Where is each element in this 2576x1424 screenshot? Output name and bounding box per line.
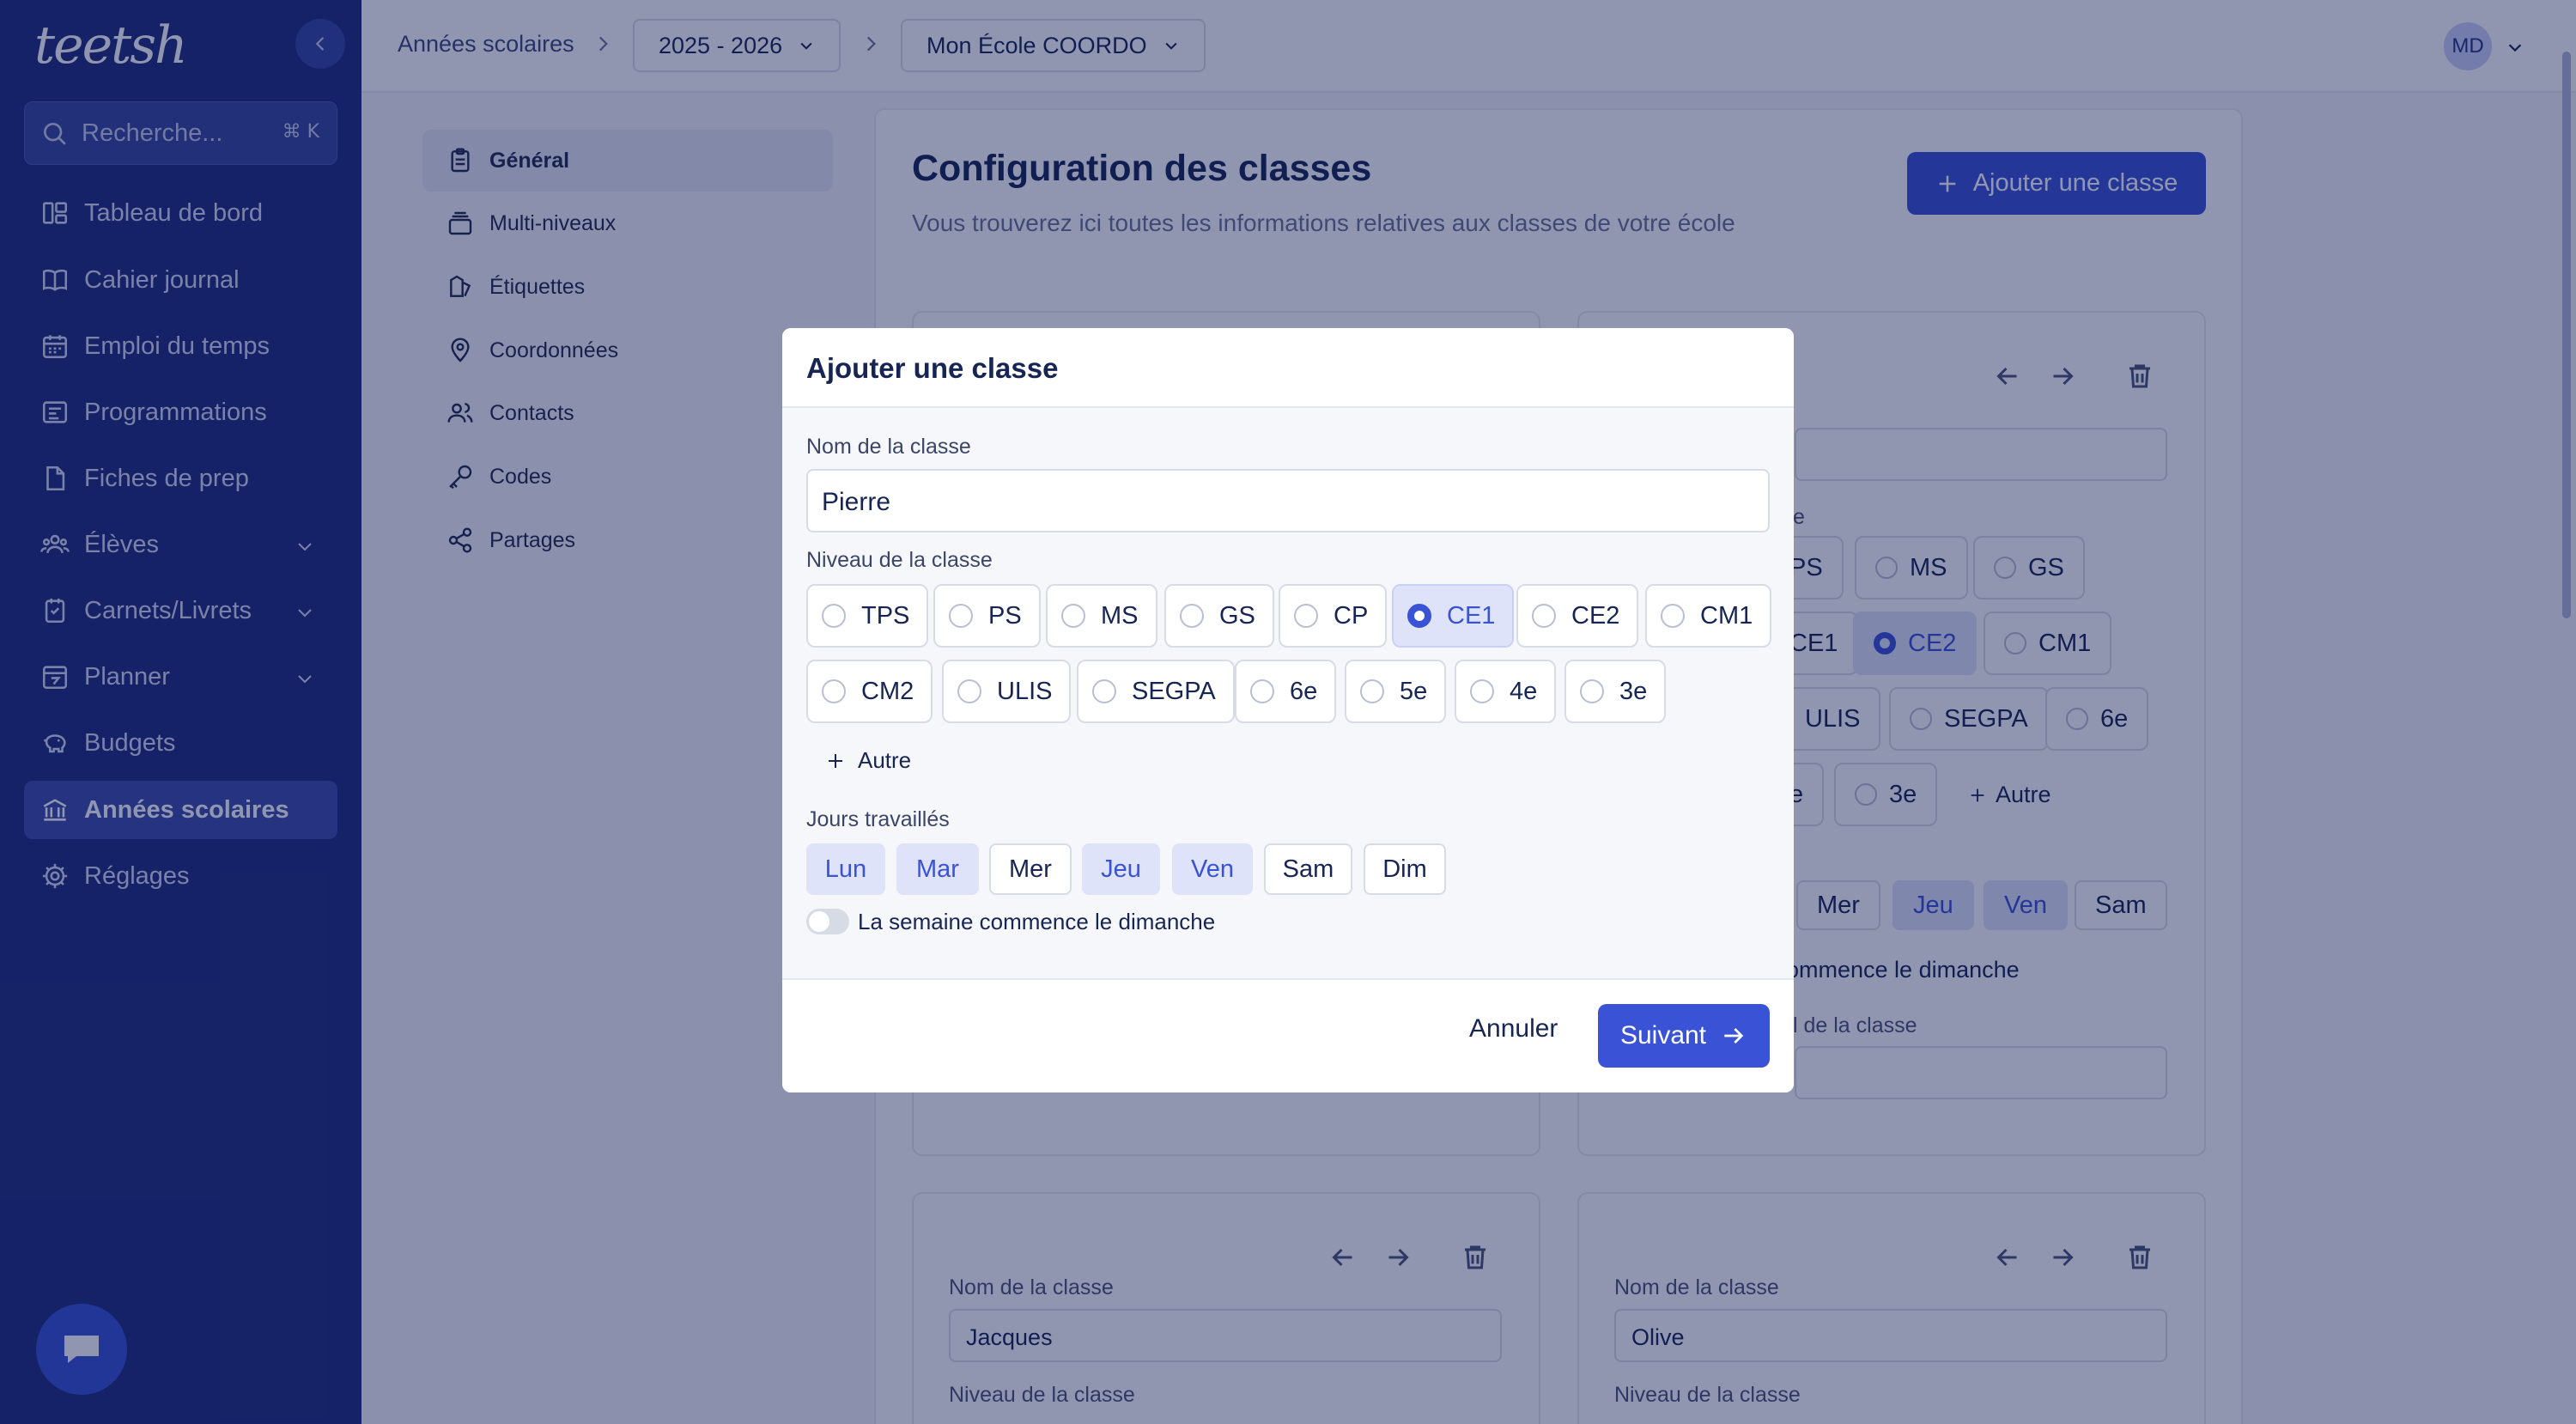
level-option-label: MS xyxy=(1101,601,1139,630)
add-other-level-label: Autre xyxy=(858,747,912,773)
add-class-dialog: Ajouter une classe Nom de la classe Pier… xyxy=(782,328,1794,1092)
sunday-start-label: La semaine commence le dimanche xyxy=(858,909,1216,934)
level-option-label: CE1 xyxy=(1447,601,1496,630)
day-label: Dim xyxy=(1382,855,1427,883)
level-option-cm1[interactable]: CM1 xyxy=(1645,584,1772,648)
radio xyxy=(1092,679,1116,703)
radio xyxy=(1294,604,1318,628)
day-toggle-jeu[interactable]: Jeu xyxy=(1082,843,1160,895)
dialog-header: Ajouter une classe xyxy=(782,328,1794,408)
radio xyxy=(1532,604,1556,628)
day-toggle-mer[interactable]: Mer xyxy=(989,843,1072,895)
day-label: Sam xyxy=(1282,855,1334,883)
radio xyxy=(1580,679,1604,703)
day-label: Jeu xyxy=(1101,855,1141,883)
level-option-ce1-selected[interactable]: CE1 xyxy=(1392,584,1515,648)
level-option-cm2[interactable]: CM2 xyxy=(806,660,933,723)
level-option-ce2[interactable]: CE2 xyxy=(1516,584,1639,648)
level-option-label: CM2 xyxy=(861,677,914,705)
arrow-right-icon xyxy=(1724,1028,1744,1044)
level-option-label: SEGPA xyxy=(1132,677,1216,705)
level-option-label: 4e xyxy=(1510,677,1538,705)
level-option-label: PS xyxy=(988,601,1022,630)
day-label: Mar xyxy=(916,855,959,883)
day-toggle-dim[interactable]: Dim xyxy=(1364,843,1446,895)
radio xyxy=(1250,679,1274,703)
radio xyxy=(822,604,846,628)
level-option-ulis[interactable]: ULIS xyxy=(942,660,1072,723)
radio xyxy=(949,604,973,628)
day-label: Ven xyxy=(1191,855,1234,883)
radio xyxy=(1061,604,1085,628)
level-option-gs[interactable]: GS xyxy=(1164,584,1274,648)
radio xyxy=(1180,604,1204,628)
level-option-5e[interactable]: 5e xyxy=(1345,660,1447,723)
day-toggle-ven[interactable]: Ven xyxy=(1172,843,1253,895)
radio xyxy=(822,679,846,703)
radio xyxy=(1661,604,1685,628)
add-other-level-button[interactable]: Autre xyxy=(825,747,911,774)
level-option-label: GS xyxy=(1219,601,1255,630)
level-option-label: 3e xyxy=(1619,677,1648,705)
level-option-ps[interactable]: PS xyxy=(933,584,1041,648)
class-name-label: Nom de la classe xyxy=(806,435,971,459)
level-option-ms[interactable]: MS xyxy=(1046,584,1157,648)
level-option-label: 5e xyxy=(1400,677,1428,705)
day-toggle-lun[interactable]: Lun xyxy=(806,843,885,895)
class-level-label: Niveau de la classe xyxy=(806,548,993,572)
next-button-label: Suivant xyxy=(1619,1021,1707,1050)
class-name-input[interactable]: Pierre xyxy=(806,469,1770,532)
day-toggle-sam[interactable]: Sam xyxy=(1264,843,1352,895)
day-label: Lun xyxy=(824,855,867,883)
radio-checked xyxy=(1407,604,1431,628)
level-option-6e[interactable]: 6e xyxy=(1235,660,1337,723)
level-option-3e[interactable]: 3e xyxy=(1564,660,1667,723)
dialog-title: Ajouter une classe xyxy=(806,352,1059,384)
radio xyxy=(957,679,981,703)
level-option-label: CM1 xyxy=(1700,601,1753,630)
level-option-tps[interactable]: TPS xyxy=(806,584,929,648)
dialog-footer: Annuler Suivant xyxy=(782,978,1794,1092)
worked-days-label: Jours travaillés xyxy=(806,807,950,831)
level-option-cp[interactable]: CP xyxy=(1279,584,1388,648)
level-option-label: 6e xyxy=(1290,677,1318,705)
radio xyxy=(1470,679,1494,703)
plus-icon xyxy=(829,753,842,768)
level-option-label: CP xyxy=(1334,601,1369,630)
level-option-label: CE2 xyxy=(1571,601,1620,630)
day-toggle-mar[interactable]: Mar xyxy=(896,843,979,895)
level-option-segpa[interactable]: SEGPA xyxy=(1077,660,1235,723)
level-option-4e[interactable]: 4e xyxy=(1455,660,1557,723)
radio xyxy=(1360,679,1384,703)
day-label: Mer xyxy=(1009,855,1052,883)
level-option-label: TPS xyxy=(861,601,910,630)
next-button[interactable]: Suivant xyxy=(1598,1004,1770,1068)
sunday-start-toggle[interactable] xyxy=(806,909,849,934)
toggle-knob xyxy=(809,911,829,932)
cancel-button[interactable]: Annuler xyxy=(1469,1014,1558,1044)
level-option-label: ULIS xyxy=(997,677,1053,705)
